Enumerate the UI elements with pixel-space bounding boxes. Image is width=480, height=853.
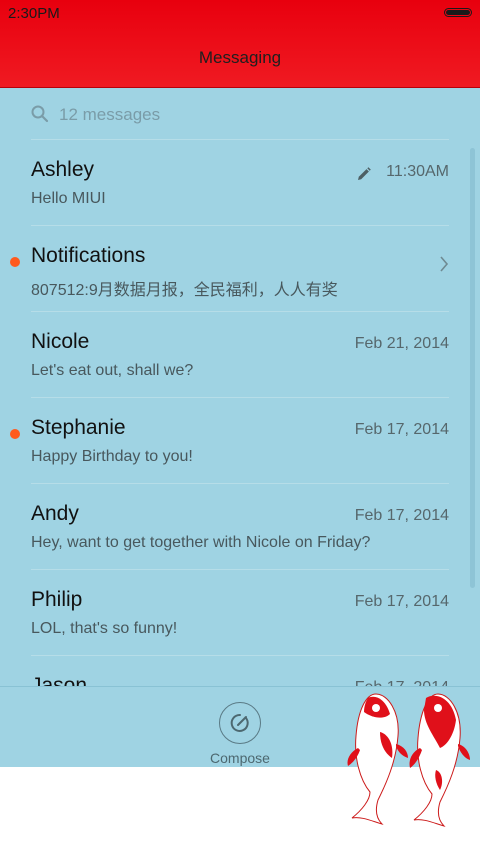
contact-name: Andy — [31, 502, 79, 525]
message-date: Feb 17, 2014 — [354, 421, 449, 438]
conversation-list: Ashley 11:30AM Hello MIUI Notifications … — [0, 139, 480, 741]
message-preview: Hey, want to get together with Nicole on… — [31, 534, 371, 551]
draft-pencil-icon — [358, 167, 371, 180]
compose-button[interactable] — [219, 702, 261, 744]
conversation-row[interactable]: Stephanie Feb 17, 2014 Happy Birthday to… — [10, 397, 449, 483]
contact-name: Nicole — [31, 330, 90, 353]
conversation-row[interactable]: Andy Feb 17, 2014 Hey, want to get toget… — [31, 483, 449, 569]
message-date: 11:30AM — [386, 163, 449, 180]
search-input[interactable]: 12 messages — [59, 105, 160, 125]
app-header: 2:30PM Messaging — [0, 0, 480, 88]
unread-dot — [10, 257, 20, 267]
message-date: Feb 17, 2014 — [354, 593, 449, 610]
koi-fish-decoration — [347, 693, 470, 827]
message-preview: Let's eat out, shall we? — [31, 362, 194, 379]
contact-name: Notifications — [31, 244, 146, 267]
compose-icon — [230, 713, 249, 732]
contact-name: Philip — [31, 588, 83, 611]
conversation-row[interactable]: Nicole Feb 21, 2014 Let's eat out, shall… — [31, 311, 449, 397]
conversation-row[interactable]: Ashley 11:30AM Hello MIUI — [31, 139, 449, 225]
message-date: Feb 21, 2014 — [354, 335, 449, 352]
conversation-row[interactable]: Notifications 807512:9月数据月报，全民福利，人人有奖 — [10, 225, 449, 311]
status-time: 2:30PM — [8, 5, 60, 22]
conversation-area: 12 messages Ashley 11:30AM Hello MIUI No… — [0, 88, 480, 767]
contact-name: Ashley — [31, 158, 95, 181]
page-title: Messaging — [198, 48, 282, 67]
battery-icon — [444, 8, 472, 17]
conversation-row[interactable]: Philip Feb 17, 2014 LOL, that's so funny… — [31, 569, 449, 655]
message-preview: Hello MIUI — [31, 190, 106, 207]
message-date: Feb 17, 2014 — [354, 507, 449, 524]
unread-dot — [10, 429, 20, 439]
search-bar[interactable]: 12 messages — [30, 104, 330, 126]
message-preview: Happy Birthday to you! — [31, 448, 193, 465]
search-icon — [31, 105, 49, 123]
message-preview: 807512:9月数据月报，全民福利，人人有奖 — [31, 282, 338, 299]
message-preview: LOL, that's so funny! — [31, 620, 178, 637]
contact-name: Stephanie — [31, 416, 126, 439]
chevron-right-icon — [440, 256, 449, 272]
scrollbar[interactable] — [470, 148, 475, 588]
